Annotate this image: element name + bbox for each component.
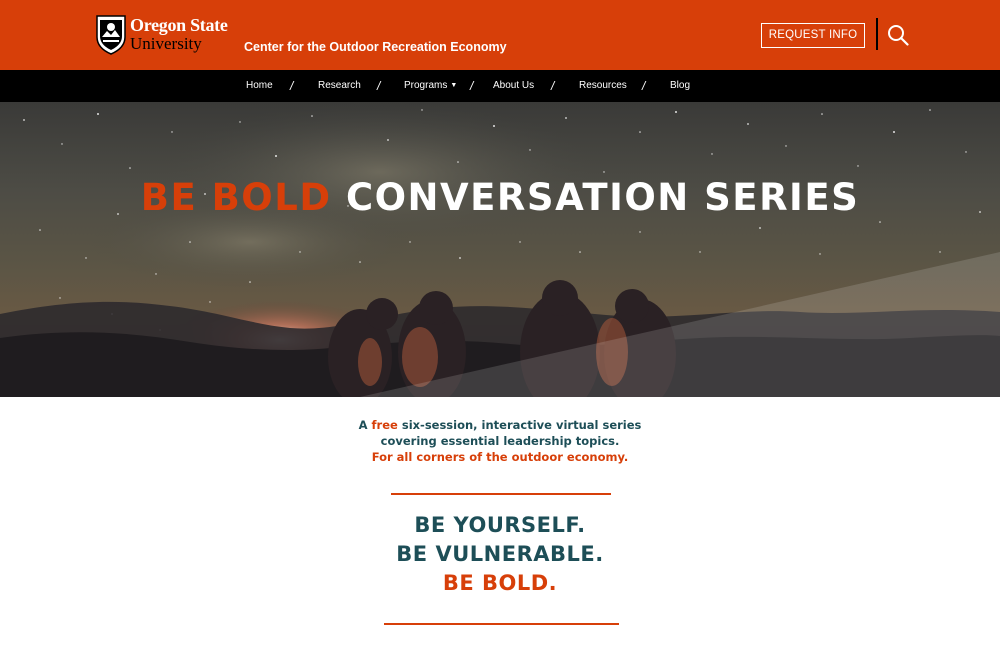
nav-separator: / <box>551 79 555 93</box>
site-name-link[interactable]: Center for the Outdoor Recreation Econom… <box>244 40 507 54</box>
hero-title-rest: CONVERSATION SERIES <box>345 176 860 219</box>
divider-top <box>391 493 611 495</box>
hero-title: BE BOLD CONVERSATION SERIES <box>0 176 1000 219</box>
motto-line-1: BE YOURSELF. <box>414 513 586 537</box>
nav-separator: / <box>470 79 474 93</box>
motto-block: BE YOURSELF. BE VULNERABLE. BE BOLD. <box>0 511 1000 598</box>
nav-item-programs-label: Programs <box>404 80 448 91</box>
hero-night-sky-image <box>0 102 1000 397</box>
intro-line-1: A free six-session, interactive virtual … <box>0 417 1000 433</box>
nav-separator: / <box>290 79 294 93</box>
intro-text-a: A <box>358 418 368 432</box>
header-divider <box>876 18 878 50</box>
nav-item-blog[interactable]: Blog <box>670 70 690 102</box>
divider-bottom <box>384 623 619 625</box>
intro-text: A free six-session, interactive virtual … <box>0 417 1000 465</box>
hero-banner: BE BOLD CONVERSATION SERIES <box>0 102 1000 397</box>
search-icon[interactable] <box>887 24 909 46</box>
osu-logo[interactable]: Oregon State University <box>94 13 234 57</box>
nav-item-research[interactable]: Research <box>318 70 361 102</box>
intro-text-free: free <box>371 418 398 432</box>
motto-line-2: BE VULNERABLE. <box>396 542 604 566</box>
intro-text-series: six-session, interactive virtual series <box>401 418 642 432</box>
intro-line-2: covering essential leadership topics. <box>380 434 620 448</box>
main-nav: Home / Research / Programs ▼ / About Us /… <box>0 70 1000 102</box>
site-header: Oregon State University Center for the O… <box>0 0 1000 70</box>
request-info-button[interactable]: REQUEST INFO <box>761 23 865 48</box>
nav-item-resources[interactable]: Resources <box>579 70 627 102</box>
motto-line-3: BE BOLD. <box>442 571 558 595</box>
nav-item-home[interactable]: Home <box>246 70 273 102</box>
logo-text-oregon-state: Oregon State <box>130 15 228 35</box>
logo-text-university: University <box>130 34 202 53</box>
intro-line-3: For all corners of the outdoor economy. <box>371 450 629 464</box>
nav-separator: / <box>377 79 381 93</box>
nav-item-about-us[interactable]: About Us <box>493 70 534 102</box>
nav-separator: / <box>642 79 646 93</box>
nav-item-programs[interactable]: Programs ▼ <box>404 70 457 102</box>
chevron-down-icon: ▼ <box>450 82 458 89</box>
hero-title-accent: BE BOLD <box>140 176 332 219</box>
osu-seal-icon <box>96 15 126 55</box>
